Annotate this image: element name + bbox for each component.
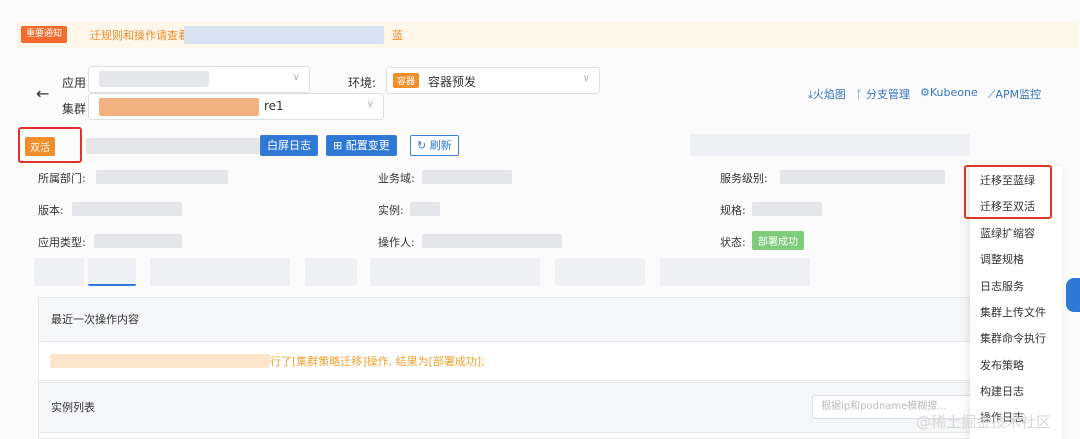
live-tag: 双活	[25, 137, 55, 156]
redacted-tab[interactable]	[34, 258, 84, 286]
redacted-cluster	[99, 98, 259, 116]
redacted-app-type	[94, 234, 182, 248]
chevron-down-icon: ∨	[366, 99, 374, 110]
kubeone-link[interactable]: ⚙Kubeone	[920, 86, 978, 102]
cluster-label: 集群	[62, 102, 87, 116]
refresh-button[interactable]: ↻ 刷新	[410, 135, 459, 156]
status-label: 状态:	[720, 236, 746, 249]
config-change-button[interactable]: ⊞ 配置变更	[326, 135, 397, 156]
menu-item-build-log[interactable]: 构建日志	[980, 383, 1024, 399]
menu-item-release-policy[interactable]: 发布策略	[980, 357, 1024, 373]
migrate-highlight	[964, 165, 1052, 219]
redacted-spec	[752, 202, 822, 216]
redacted-version	[72, 202, 182, 216]
service-level-label: 服务级别:	[720, 172, 768, 185]
redacted-name	[86, 138, 260, 154]
chevron-down-icon: ∨	[582, 73, 590, 84]
redacted-toolbar-right	[690, 134, 970, 156]
menu-item-run-command[interactable]: 集群命令执行	[980, 330, 1046, 346]
redacted-operator	[422, 234, 562, 248]
gear-icon: ⚙	[919, 86, 930, 99]
redacted-tab-active[interactable]	[88, 258, 136, 286]
notice-tail: 蓝	[392, 29, 403, 42]
redacted-tab[interactable]	[660, 258, 810, 286]
redacted-tab[interactable]	[555, 258, 645, 286]
branch-link[interactable]: ᚴ 分支管理	[856, 86, 910, 102]
back-arrow-icon[interactable]: ←	[36, 84, 49, 103]
redacted-domain	[422, 170, 512, 184]
env-label: 环境:	[348, 76, 377, 90]
status-badge: 部署成功	[752, 231, 804, 250]
side-help-tab[interactable]	[1066, 278, 1080, 312]
notice-bar: 重要通知 迁规则和操作请查看 蓝	[16, 22, 1078, 48]
app-select[interactable]: ∨	[88, 66, 310, 93]
env-value: 容器预发	[428, 75, 477, 89]
last-operation-title: 最近一次操作内容	[39, 298, 977, 342]
redacted-app	[99, 71, 209, 87]
redacted-instance	[410, 202, 440, 216]
menu-item-log-service[interactable]: 日志服务	[980, 278, 1024, 294]
cluster-value: re1	[264, 99, 284, 113]
menu-item-upload-file[interactable]: 集群上传文件	[980, 304, 1046, 320]
dept-label: 所属部门:	[38, 172, 86, 185]
env-select[interactable]: 容器 容器预发 ∨	[386, 67, 600, 94]
operator-label: 操作人:	[378, 236, 415, 249]
chevron-down-icon: ∨	[292, 72, 300, 83]
watermark: @稀土掘金技术社区	[916, 413, 1052, 431]
cluster-select[interactable]: re1 ∨	[88, 93, 384, 120]
notice-badge: 重要通知	[21, 26, 68, 43]
env-tag: 容器	[393, 73, 420, 88]
redacted-notice	[184, 26, 384, 44]
redacted-op-prefix	[50, 354, 270, 368]
redacted-tab[interactable]	[150, 258, 290, 286]
menu-item-adjust-spec[interactable]: 调整规格	[980, 251, 1024, 267]
domain-label: 业务域:	[378, 172, 415, 185]
notice-text[interactable]: 迁规则和操作请查看	[90, 27, 189, 43]
redacted-tab[interactable]	[370, 258, 540, 286]
white-screen-log-button[interactable]: 白屏日志	[260, 135, 318, 156]
redacted-dept	[96, 170, 228, 184]
apm-link[interactable]: ⟋APM监控	[988, 86, 1041, 102]
instance-label: 实例:	[378, 204, 404, 217]
refresh-icon: ↻	[417, 139, 427, 152]
redacted-service-level	[780, 170, 945, 184]
redacted-tab[interactable]	[305, 258, 357, 286]
menu-item-bluegreen-scale[interactable]: 蓝绿扩缩容	[980, 225, 1035, 241]
last-operation-panel: 最近一次操作内容	[38, 297, 978, 381]
app-label: 应用	[62, 76, 87, 90]
config-icon: ⊞	[333, 139, 343, 152]
spec-label: 规格:	[720, 204, 746, 217]
top-links: ⤓火焰图 ᚴ 分支管理 ⚙Kubeone ⟋APM监控	[808, 86, 1041, 102]
version-label: 版本:	[38, 204, 64, 217]
last-operation-result: 行了[集群策略迁移]操作, 结果为[部署成功];	[270, 355, 485, 368]
branch-icon: ᚴ	[855, 88, 863, 101]
flamegraph-link[interactable]: ⤓火焰图	[808, 86, 846, 102]
app-type-label: 应用类型:	[38, 236, 86, 249]
